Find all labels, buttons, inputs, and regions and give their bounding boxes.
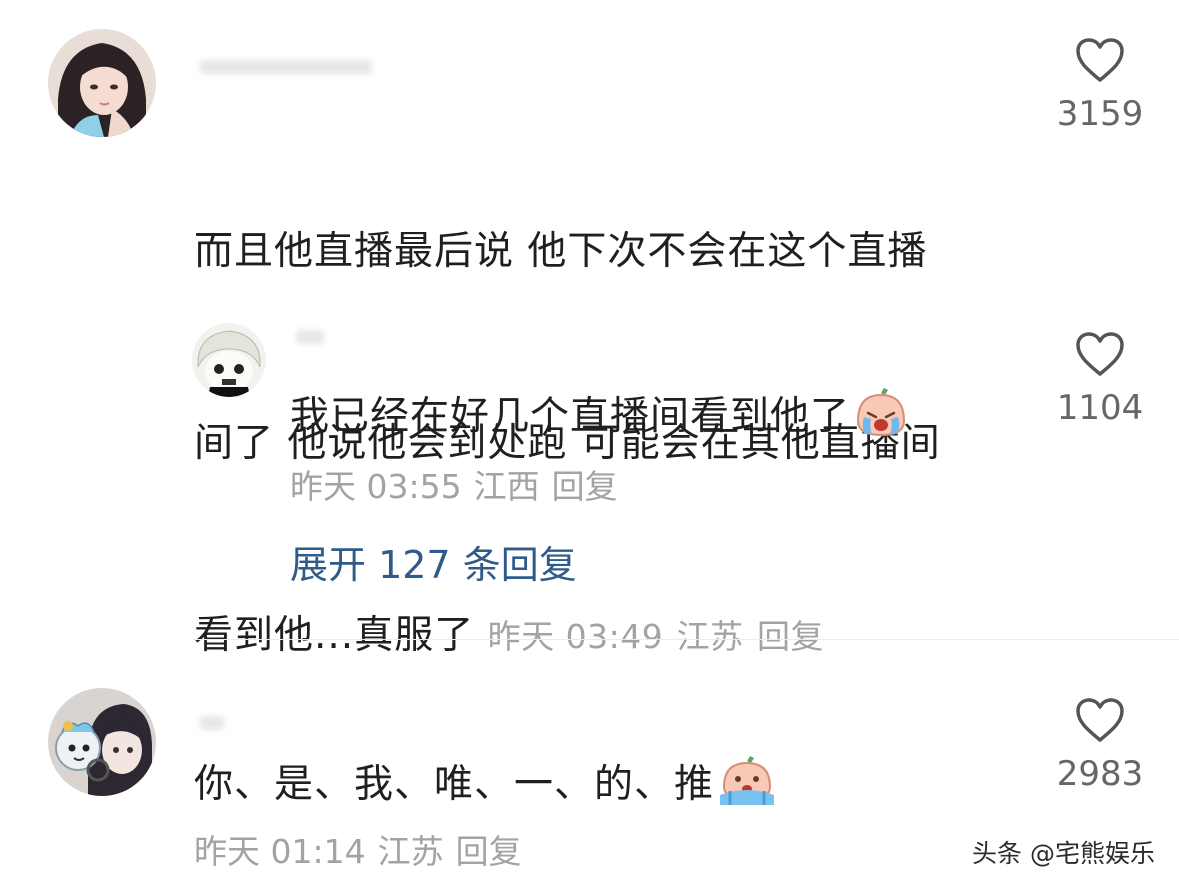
like-button[interactable]: 1104 — [1030, 330, 1170, 428]
heart-icon — [1076, 332, 1124, 376]
avatar-cartoon-icon — [192, 323, 266, 397]
comment-location: 江西 — [473, 467, 540, 506]
comment-location: 江苏 — [377, 832, 444, 871]
avatar-anime-icon — [48, 688, 156, 796]
avatar-girl-icon — [48, 29, 156, 137]
watermark: 头条 @宅熊娱乐 — [972, 839, 1155, 868]
reply-button[interactable]: 回复 — [757, 617, 824, 656]
comment-meta: 昨天 01:14 江苏 回复 — [194, 830, 522, 874]
sobbing-face-emoji — [718, 755, 776, 825]
crying-face-icon — [857, 388, 906, 437]
reply-button[interactable]: 回复 — [552, 467, 618, 506]
like-button[interactable]: 3159 — [1030, 36, 1170, 134]
heart-icon — [1076, 38, 1124, 82]
comment-text-line-last: 看到他...真服了 昨天 03:49 江苏 回复 — [194, 604, 1034, 669]
comment-time: 昨天 01:14 — [194, 832, 366, 871]
sobbing-face-icon — [720, 756, 775, 805]
comment-text-line: 而且他直播最后说 他下次不会在这个直播 — [194, 229, 928, 274]
comment-text: 你、是、我、唯、一、的、推 — [194, 753, 914, 825]
reply-text: 我已经在好几个直播间看到他了 — [290, 394, 851, 439]
comment-time: 昨天 03:55 — [290, 467, 462, 506]
comment-text: 我已经在好几个直播间看到他了 — [290, 385, 1010, 457]
crying-face-emoji — [854, 387, 908, 457]
username[interactable] — [200, 60, 372, 74]
comment-meta: 昨天 03:55 江西 回复 — [290, 465, 618, 509]
like-count: 3159 — [1056, 94, 1144, 134]
like-button[interactable]: 2983 — [1030, 696, 1170, 794]
comment-time: 昨天 03:49 — [487, 617, 664, 656]
avatar[interactable] — [192, 323, 266, 397]
comment-location: 江苏 — [676, 617, 744, 656]
avatar[interactable] — [48, 29, 156, 137]
username[interactable] — [296, 330, 324, 344]
divider — [193, 639, 1179, 640]
heart-icon — [1076, 698, 1124, 742]
expand-replies-button[interactable]: 展开 127 条回复 — [290, 541, 577, 589]
avatar[interactable] — [48, 688, 156, 796]
username[interactable] — [200, 716, 224, 730]
like-count: 1104 — [1056, 388, 1144, 428]
reply-button[interactable]: 回复 — [456, 832, 522, 871]
like-count: 2983 — [1056, 754, 1144, 794]
comment-text-content: 你、是、我、唯、一、的、推 — [194, 762, 715, 807]
comment-text-tail: 看到他...真服了 — [194, 613, 475, 658]
